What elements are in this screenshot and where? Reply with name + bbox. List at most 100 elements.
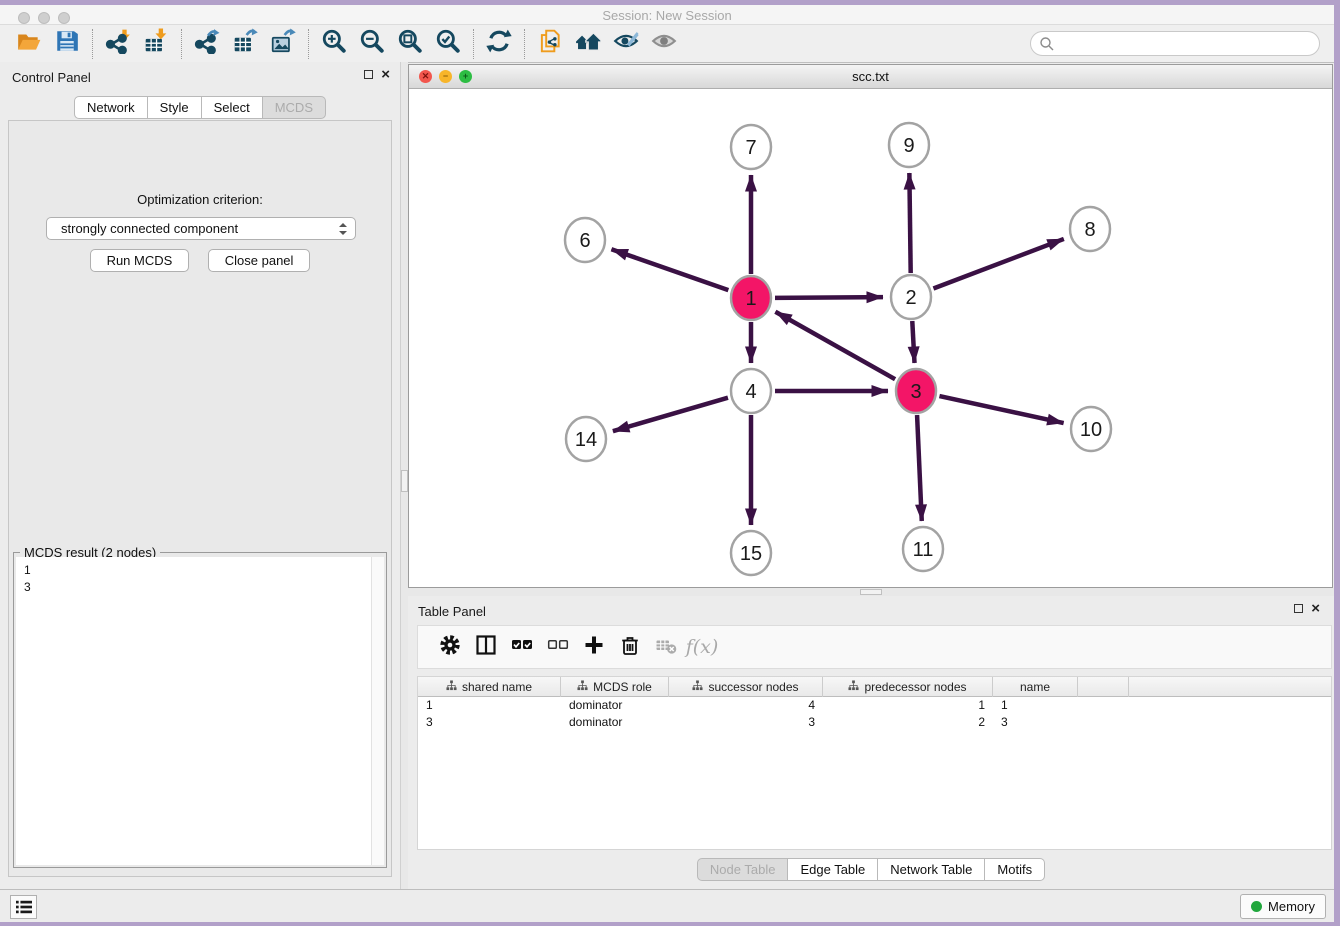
- open-file-icon: [16, 28, 42, 59]
- mcds-result-line: 1: [24, 562, 384, 579]
- close-table-panel-icon[interactable]: ×: [1311, 603, 1320, 614]
- deselect-all-rows-button[interactable]: [540, 630, 576, 664]
- edge-3-10[interactable]: [939, 396, 1063, 423]
- tab-network-table[interactable]: Network Table: [878, 858, 985, 881]
- application-window: Session: New Session Control Panel × Net…: [0, 5, 1334, 922]
- graph-node-label-10: 10: [1080, 419, 1102, 441]
- window-title: Session: New Session: [0, 8, 1334, 23]
- first-neighbors-button[interactable]: [571, 28, 605, 60]
- search-icon: [1039, 36, 1055, 52]
- close-panel-button[interactable]: Close panel: [208, 249, 311, 272]
- horizontal-splitter-handle[interactable]: [860, 589, 882, 595]
- task-history-button[interactable]: [10, 895, 37, 919]
- status-bar: Memory: [0, 889, 1334, 922]
- export-table-button[interactable]: [228, 28, 262, 60]
- edge-3-11[interactable]: [917, 415, 922, 521]
- search-box[interactable]: [1030, 31, 1320, 56]
- import-table-icon: [143, 28, 169, 59]
- control-panel-title: Control Panel: [12, 70, 91, 85]
- open-file-button[interactable]: [12, 28, 46, 60]
- column-header-MCDS-role[interactable]: MCDS role: [561, 677, 669, 697]
- zoom-fit-button[interactable]: [393, 28, 427, 60]
- column-header-successor-nodes[interactable]: successor nodes: [669, 677, 823, 697]
- float-panel-icon[interactable]: [364, 70, 373, 79]
- table-cell: dominator: [561, 714, 669, 731]
- edge-1-2[interactable]: [775, 297, 883, 298]
- edge-4-14[interactable]: [613, 398, 728, 431]
- node-table[interactable]: shared nameMCDS rolesuccessor nodesprede…: [417, 676, 1332, 850]
- save-session-button[interactable]: [50, 28, 84, 60]
- tab-motifs[interactable]: Motifs: [985, 858, 1045, 881]
- tab-node-table[interactable]: Node Table: [697, 858, 789, 881]
- table-row[interactable]: 3dominator323: [418, 714, 1331, 731]
- show-columns-button[interactable]: [468, 630, 504, 664]
- network-view-window: ✕ − + scc.txt 7968124314101511: [408, 64, 1333, 588]
- result-scrollbar[interactable]: [371, 557, 384, 865]
- table-row[interactable]: 1dominator411: [418, 697, 1331, 714]
- float-table-panel-icon[interactable]: [1294, 604, 1303, 613]
- close-panel-icon[interactable]: ×: [381, 69, 390, 80]
- edge-2-9[interactable]: [909, 173, 910, 273]
- edge-2-3[interactable]: [912, 321, 914, 363]
- memory-button[interactable]: Memory: [1240, 894, 1326, 919]
- function-builder-button: f(x): [684, 630, 720, 664]
- import-network-button[interactable]: [101, 28, 135, 60]
- table-cell: 2: [823, 714, 993, 731]
- zoom-in-button[interactable]: [317, 28, 351, 60]
- tab-select[interactable]: Select: [202, 96, 263, 119]
- edge-2-8[interactable]: [933, 239, 1063, 289]
- delete-column-icon: [619, 634, 641, 661]
- horizontal-splitter[interactable]: [408, 588, 1334, 596]
- mcds-result-line: 3: [24, 579, 384, 596]
- table-panel-tabs: Node TableEdge TableNetwork TableMotifs: [408, 858, 1334, 881]
- table-panel-title: Table Panel: [418, 604, 486, 619]
- export-image-button[interactable]: [266, 28, 300, 60]
- column-header-predecessor-nodes[interactable]: predecessor nodes: [823, 677, 993, 697]
- export-network-icon: [194, 28, 220, 59]
- tab-style[interactable]: Style: [148, 96, 202, 119]
- mcds-result-area[interactable]: 13: [16, 557, 384, 865]
- optimization-criterion-label: Optimization criterion:: [9, 192, 391, 207]
- criterion-dropdown[interactable]: strongly connected component: [46, 217, 356, 240]
- network-canvas[interactable]: 7968124314101511: [409, 89, 1332, 587]
- first-neighbors-icon: [575, 28, 601, 59]
- edge-3-1[interactable]: [775, 312, 895, 379]
- tab-mcds[interactable]: MCDS: [263, 96, 326, 119]
- delete-table-button: [648, 630, 684, 664]
- window-titlebar: Session: New Session: [0, 5, 1334, 25]
- table-cell: [1078, 697, 1129, 714]
- column-header-name[interactable]: name: [993, 677, 1078, 697]
- table-settings-icon: [439, 634, 461, 661]
- hide-selected-button[interactable]: [609, 28, 643, 60]
- table-cell: 4: [669, 697, 823, 714]
- graph-node-label-6: 6: [579, 230, 590, 252]
- refresh-button[interactable]: [482, 28, 516, 60]
- table-panel: Table Panel × f(x) shared nameMCDS roles…: [408, 596, 1334, 889]
- table-cell: 1: [823, 697, 993, 714]
- run-mcds-button[interactable]: Run MCDS: [90, 249, 190, 272]
- export-network-button[interactable]: [190, 28, 224, 60]
- vertical-splitter[interactable]: [400, 62, 408, 889]
- show-all-button[interactable]: [647, 28, 681, 60]
- toolbar-separator: [92, 29, 93, 59]
- edge-1-6[interactable]: [611, 249, 728, 290]
- zoom-out-button[interactable]: [355, 28, 389, 60]
- import-table-button[interactable]: [139, 28, 173, 60]
- toolbar-separator: [524, 29, 525, 59]
- search-input[interactable]: [1055, 34, 1319, 54]
- tab-edge-table[interactable]: Edge Table: [788, 858, 878, 881]
- graph-node-label-4: 4: [745, 381, 756, 403]
- table-settings-button[interactable]: [432, 630, 468, 664]
- table-cell: 3: [418, 714, 561, 731]
- table-header-row: shared nameMCDS rolesuccessor nodesprede…: [418, 677, 1331, 697]
- tree-icon: [577, 680, 588, 694]
- graph-node-label-8: 8: [1084, 219, 1095, 241]
- create-column-button[interactable]: [576, 630, 612, 664]
- clone-network-button[interactable]: [533, 28, 567, 60]
- delete-column-button[interactable]: [612, 630, 648, 664]
- tab-network[interactable]: Network: [74, 96, 148, 119]
- zoom-selected-button[interactable]: [431, 28, 465, 60]
- select-all-rows-button[interactable]: [504, 630, 540, 664]
- vertical-splitter-handle[interactable]: [401, 470, 408, 492]
- column-header-shared-name[interactable]: shared name: [418, 677, 561, 697]
